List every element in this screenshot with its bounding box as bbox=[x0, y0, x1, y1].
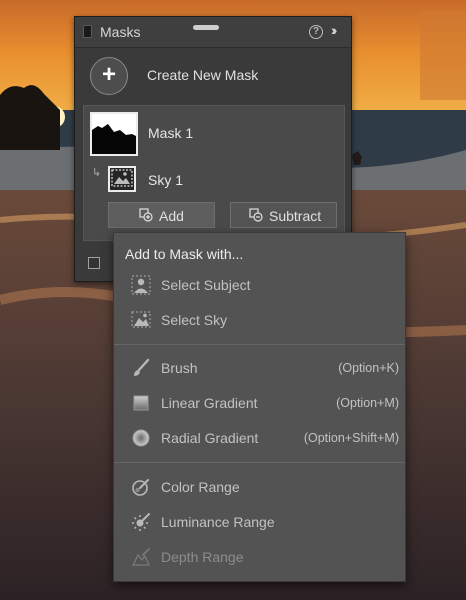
add-to-mask-icon bbox=[139, 208, 153, 222]
menu-item-depth-range: Depth Range bbox=[114, 542, 405, 572]
menu-item-label: Depth Range bbox=[161, 549, 244, 565]
menu-item-shortcut: (Option+K) bbox=[338, 361, 399, 375]
mask-list: Mask 1 ↳ Sky 1 Add Subtract bbox=[83, 105, 345, 241]
luminance-range-icon bbox=[132, 513, 150, 531]
menu-heading: Add to Mask with... bbox=[125, 246, 244, 262]
menu-item-shortcut: (Option+Shift+M) bbox=[303, 431, 399, 445]
collapse-icon[interactable]: ›› bbox=[331, 22, 338, 38]
mask-silhouette-icon bbox=[92, 114, 136, 136]
menu-item-label: Color Range bbox=[161, 479, 240, 495]
mask-1-label[interactable]: Mask 1 bbox=[148, 125, 193, 141]
show-overlay-checkbox[interactable] bbox=[88, 257, 100, 269]
sky-1-thumbnail[interactable] bbox=[108, 166, 136, 192]
menu-item-shortcut: (Option+M) bbox=[336, 396, 399, 410]
menu-item-label: Linear Gradient bbox=[161, 395, 258, 411]
brush-icon bbox=[134, 358, 150, 376]
drag-handle-icon[interactable] bbox=[193, 25, 219, 30]
panel-toggle-icon[interactable] bbox=[83, 25, 92, 38]
select-sky-icon bbox=[131, 311, 151, 328]
panel-header: Masks ? ›› bbox=[75, 17, 351, 48]
add-button-label: Add bbox=[159, 208, 184, 224]
sky-component-icon bbox=[111, 169, 133, 187]
subtract-button[interactable]: Subtract bbox=[230, 202, 337, 228]
depth-range-icon bbox=[131, 548, 151, 566]
linear-gradient-icon bbox=[133, 395, 149, 411]
create-new-mask-row[interactable]: + Create New Mask bbox=[75, 57, 351, 97]
branch-arrow-icon: ↳ bbox=[92, 167, 102, 179]
menu-item-label: Select Subject bbox=[161, 277, 251, 293]
menu-item-label: Brush bbox=[161, 360, 198, 376]
menu-item-label: Select Sky bbox=[161, 312, 228, 328]
mask-1-thumbnail[interactable] bbox=[90, 112, 138, 156]
subtract-from-mask-icon bbox=[249, 208, 263, 222]
radial-gradient-icon bbox=[132, 429, 150, 447]
menu-item-select-subject[interactable]: Select Subject bbox=[114, 270, 405, 300]
panel-title: Masks bbox=[100, 24, 141, 40]
menu-item-luminance-range[interactable]: Luminance Range bbox=[114, 507, 405, 537]
create-new-mask-button[interactable]: + bbox=[90, 57, 128, 95]
subtract-button-label: Subtract bbox=[269, 208, 322, 224]
add-button[interactable]: Add bbox=[108, 202, 215, 228]
sky-1-label[interactable]: Sky 1 bbox=[148, 172, 183, 188]
select-subject-icon bbox=[131, 275, 151, 295]
color-range-icon bbox=[132, 479, 149, 496]
menu-item-linear-gradient[interactable]: Linear Gradient (Option+M) bbox=[114, 388, 405, 418]
menu-item-label: Radial Gradient bbox=[161, 430, 259, 446]
menu-item-color-range[interactable]: Color Range bbox=[114, 472, 405, 502]
help-icon[interactable]: ? bbox=[309, 25, 323, 39]
menu-item-label: Luminance Range bbox=[161, 514, 275, 530]
create-new-mask-label[interactable]: Create New Mask bbox=[147, 67, 258, 83]
menu-item-brush[interactable]: Brush (Option+K) bbox=[114, 353, 405, 383]
menu-item-select-sky[interactable]: Select Sky bbox=[114, 305, 405, 335]
add-to-mask-menu: Add to Mask with... Select Subject Selec… bbox=[113, 232, 406, 582]
menu-separator bbox=[114, 462, 405, 463]
menu-separator bbox=[114, 344, 405, 345]
menu-item-radial-gradient[interactable]: Radial Gradient (Option+Shift+M) bbox=[114, 423, 405, 453]
